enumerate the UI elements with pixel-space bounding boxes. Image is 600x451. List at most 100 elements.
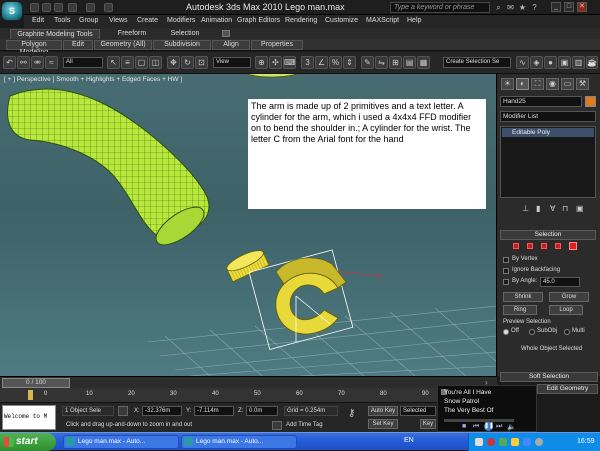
language-indicator[interactable]: EN xyxy=(404,437,414,444)
display-tab-icon[interactable]: ▭ xyxy=(561,78,574,90)
select-and-scale-icon[interactable]: ⊡ xyxy=(195,56,208,69)
open-file-icon[interactable] xyxy=(42,3,51,12)
time-slider[interactable]: 0 / 100 › xyxy=(0,376,497,388)
layer-manager-icon[interactable]: ▤ xyxy=(403,56,416,69)
preview-off-radio[interactable] xyxy=(503,329,509,335)
set-key-button[interactable]: Set Key xyxy=(368,419,398,429)
create-tab-icon[interactable]: ☀ xyxy=(501,78,514,90)
minimize-button[interactable]: _ xyxy=(551,2,561,12)
menu-animation[interactable]: Animation xyxy=(201,17,232,24)
mirror-icon[interactable]: ⇋ xyxy=(375,56,388,69)
previous-icon[interactable]: ⏮ xyxy=(473,423,479,431)
tab-graphite-modeling-tools[interactable]: Graphite Modeling Tools xyxy=(10,29,100,39)
by-angle-checkbox[interactable] xyxy=(503,279,509,285)
loop-button[interactable]: Loop xyxy=(549,305,583,315)
panel-align[interactable]: Align xyxy=(212,40,250,50)
graphite-toggle-icon[interactable]: ▦ xyxy=(417,56,430,69)
communication-center-icon[interactable]: ✉ xyxy=(506,3,515,12)
rendered-frame-icon[interactable]: ▥ xyxy=(572,56,585,69)
mute-icon[interactable]: 🔈 xyxy=(507,423,516,431)
ignore-backfacing-checkbox[interactable] xyxy=(503,268,509,274)
ribbon-minimize-icon[interactable] xyxy=(222,30,230,37)
vertex-level-icon[interactable] xyxy=(513,243,519,249)
bind-space-warp-icon[interactable]: ≈ xyxy=(45,56,58,69)
media-player-mini[interactable]: You're All I Have Snow Patrol The Very B… xyxy=(437,385,537,432)
make-unique-icon[interactable]: ∀ xyxy=(550,204,555,213)
polygon-level-icon[interactable] xyxy=(555,243,561,249)
viewport-label[interactable]: [ + ] Perspective ] Smooth + Highlights … xyxy=(4,76,182,83)
element-level-icon[interactable] xyxy=(569,242,577,250)
rectangular-selection-icon[interactable]: ▢ xyxy=(135,56,148,69)
undo-icon[interactable]: ↶ xyxy=(3,56,16,69)
menu-edit[interactable]: Edit xyxy=(32,17,44,24)
tray-app-icon[interactable] xyxy=(475,438,483,446)
menu-modifiers[interactable]: Modifiers xyxy=(167,17,195,24)
link-icon[interactable]: ⚯ xyxy=(17,56,30,69)
tray-update-icon[interactable] xyxy=(523,438,531,446)
menu-group[interactable]: Group xyxy=(79,17,98,24)
hierarchy-tab-icon[interactable]: ⛶ xyxy=(531,78,544,90)
redo-icon[interactable] xyxy=(86,3,95,12)
pivot-center-icon[interactable]: ⊕ xyxy=(255,56,268,69)
undo-icon[interactable] xyxy=(68,3,77,12)
tray-network-icon[interactable] xyxy=(499,438,507,446)
select-object-icon[interactable]: ↖ xyxy=(107,56,120,69)
key-filters-button[interactable]: Key F xyxy=(420,419,436,429)
motion-tab-icon[interactable]: ◉ xyxy=(546,78,559,90)
preview-subobj-radio[interactable] xyxy=(529,329,535,335)
project-folder-icon[interactable] xyxy=(104,3,113,12)
key-selection-dropdown[interactable]: Selected xyxy=(400,406,436,416)
clock[interactable]: 16:59 xyxy=(577,438,595,445)
menu-create[interactable]: Create xyxy=(137,17,158,24)
pause-icon[interactable]: ❚❚ xyxy=(484,422,494,431)
schematic-view-icon[interactable]: ◈ xyxy=(530,56,543,69)
menu-help[interactable]: Help xyxy=(407,17,421,24)
select-by-name-icon[interactable]: ≡ xyxy=(121,56,134,69)
edit-geometry-rollout[interactable]: Edit Geometry xyxy=(537,384,598,394)
angle-snap-icon[interactable]: ∠ xyxy=(315,56,328,69)
unlink-icon[interactable]: ⚮ xyxy=(31,56,44,69)
select-and-rotate-icon[interactable]: ↻ xyxy=(181,56,194,69)
application-button[interactable]: S xyxy=(1,1,23,21)
select-and-move-icon[interactable]: ✥ xyxy=(167,56,180,69)
seek-bar[interactable] xyxy=(444,419,514,422)
y-coordinate-field[interactable]: -7.114m xyxy=(194,406,234,416)
grow-button[interactable]: Grow xyxy=(549,292,589,302)
track-bar[interactable]: 0 10 20 30 40 50 60 70 80 90 100 xyxy=(0,388,497,402)
x-coordinate-field[interactable]: -32.376m xyxy=(142,406,182,416)
menu-views[interactable]: Views xyxy=(109,17,128,24)
perspective-viewport[interactable]: [ + ] Perspective ] Smooth + Highlights … xyxy=(0,74,497,376)
by-angle-spinner[interactable]: 45.0 xyxy=(540,277,580,287)
tray-media-icon[interactable] xyxy=(535,438,543,446)
show-end-result-icon[interactable]: ▮ xyxy=(536,204,540,213)
modify-tab-icon[interactable]: ◐ xyxy=(516,78,529,90)
keyboard-shortcut-icon[interactable]: ⌨ xyxy=(283,56,296,69)
reference-coordinate-dropdown[interactable]: View xyxy=(213,57,251,68)
edit-named-selection-icon[interactable]: ✎ xyxy=(361,56,374,69)
selection-rollout-header[interactable]: Selection xyxy=(500,230,596,240)
stop-icon[interactable]: ■ xyxy=(462,423,466,430)
search-icon[interactable]: ⌕ xyxy=(494,3,503,12)
render-production-icon[interactable]: ☕ xyxy=(586,56,598,69)
panel-geometry-all[interactable]: Geometry (All) xyxy=(94,40,152,50)
named-selection-sets-dropdown[interactable]: Create Selection Se xyxy=(443,57,511,68)
tab-selection[interactable]: Selection xyxy=(165,29,205,39)
wrist-cylinder-mesh[interactable] xyxy=(224,247,270,283)
tray-volume-icon[interactable] xyxy=(511,438,519,446)
panel-polygon-modeling[interactable]: Polygon Modeling xyxy=(6,40,62,56)
auto-key-button[interactable]: Auto Key xyxy=(368,406,398,416)
panel-properties[interactable]: Properties xyxy=(251,40,303,50)
menu-maxscript[interactable]: MAXScript xyxy=(366,17,399,24)
z-coordinate-field[interactable]: 0.0m xyxy=(246,406,278,416)
render-setup-icon[interactable]: ▣ xyxy=(558,56,571,69)
next-icon[interactable]: ⏭ xyxy=(496,423,502,431)
remove-modifier-icon[interactable]: ⊓ xyxy=(562,204,568,213)
maxscript-listener[interactable]: Welcome to M xyxy=(2,405,56,430)
panel-subdivision[interactable]: Subdivision xyxy=(153,40,211,50)
panel-edit[interactable]: Edit xyxy=(63,40,93,50)
tab-freeform[interactable]: Freeform xyxy=(112,29,152,39)
ring-button[interactable]: Ring xyxy=(503,305,537,315)
menu-tools[interactable]: Tools xyxy=(54,17,70,24)
by-vertex-checkbox[interactable] xyxy=(503,257,509,263)
help-icon[interactable]: ? xyxy=(530,3,539,12)
